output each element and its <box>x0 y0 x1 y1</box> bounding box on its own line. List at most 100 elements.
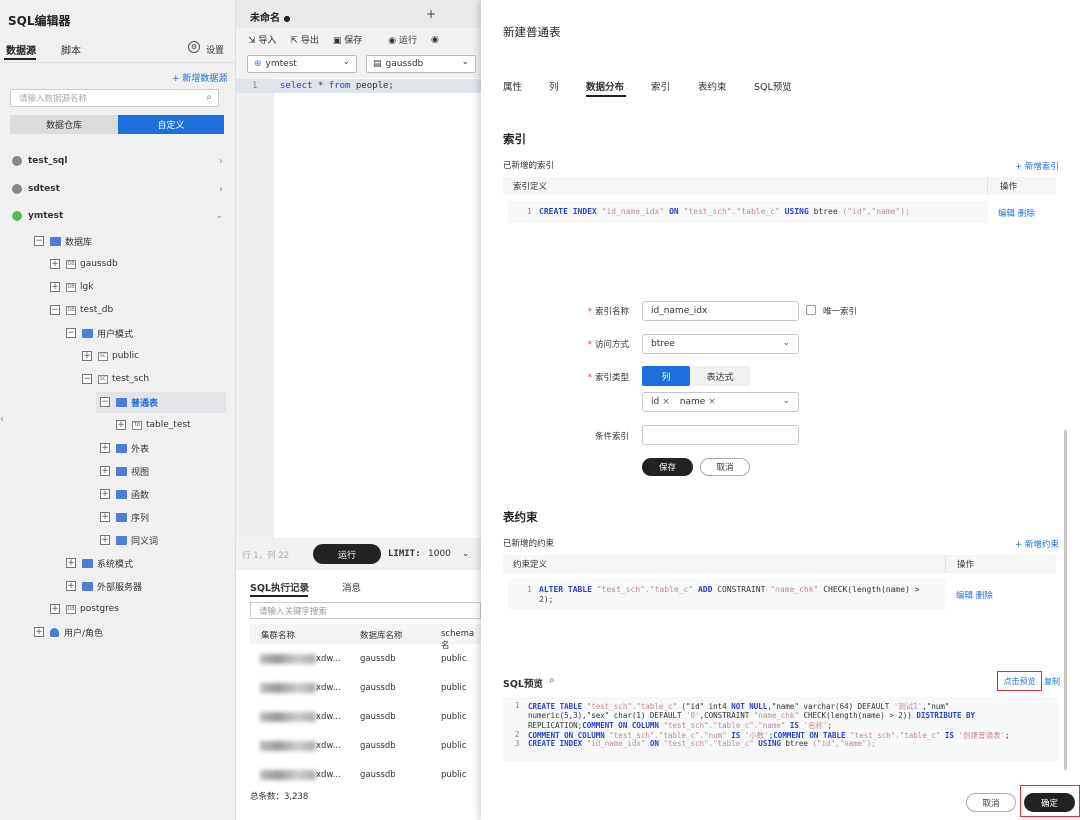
expand-icon[interactable]: + <box>100 443 110 453</box>
tree-db-folder[interactable]: − 数据库 <box>34 231 92 251</box>
tree-db-test-db[interactable]: − DB test_db <box>50 300 113 320</box>
tab-columns[interactable]: 列 <box>549 79 559 93</box>
table-row[interactable]: xdw... gaussdb public <box>250 766 481 790</box>
add-tab-button[interactable]: + <box>426 7 436 21</box>
search-icon[interactable]: ⌕ <box>206 92 212 103</box>
history-search-input[interactable]: 请输入关键字搜索 <box>250 602 481 619</box>
tree-schema-public[interactable]: + SC public <box>82 346 139 366</box>
expand-icon[interactable]: + <box>66 581 76 591</box>
line-number: 3 <box>515 739 520 749</box>
table-row[interactable]: xdw... gaussdb public <box>250 737 481 761</box>
tab-distribution[interactable]: 数据分布 <box>586 79 624 93</box>
ok-button[interactable]: 确定 <box>1024 793 1075 812</box>
add-index-button[interactable]: + 新增索引 <box>1015 160 1059 172</box>
toggle-warehouse[interactable]: 数据仓库 <box>10 115 118 134</box>
expand-icon[interactable]: + <box>100 535 110 545</box>
table-row[interactable]: xdw... gaussdb public <box>250 679 481 703</box>
copy-button[interactable]: 复制 <box>1044 676 1060 687</box>
click-preview-button[interactable]: 点击预览 <box>997 671 1042 691</box>
expand-icon[interactable]: + <box>82 351 92 361</box>
tree-db-postgres[interactable]: + DB postgres <box>50 599 119 619</box>
unique-index-checkbox[interactable] <box>806 305 816 315</box>
index-type-column-option[interactable]: 列 <box>642 366 690 386</box>
condition-index-input[interactable] <box>642 425 799 445</box>
tab-sql-history[interactable]: SQL执行记录 <box>250 580 309 594</box>
tree-folder-functions[interactable]: + 函数 <box>100 484 149 504</box>
settings-label[interactable]: 设置 <box>206 43 224 56</box>
index-columns-select[interactable]: id × name × ⌄ <box>642 392 799 412</box>
expand-icon[interactable]: + <box>100 466 110 476</box>
collapse-icon[interactable]: − <box>66 328 76 338</box>
import-button[interactable]: ⇲ 导入 <box>248 33 276 46</box>
tree-schema-test-sch[interactable]: − SC test_sch <box>82 369 149 389</box>
expand-icon[interactable]: + <box>100 512 110 522</box>
search-icon[interactable]: ⌕ <box>549 675 555 686</box>
toggle-custom[interactable]: 自定义 <box>118 115 224 134</box>
scrollbar[interactable] <box>1064 430 1067 770</box>
collapse-panel-icon[interactable]: ‹ <box>0 414 4 425</box>
tab-messages[interactable]: 消息 <box>342 580 361 594</box>
save-button[interactable]: ▣ 保存 <box>333 33 362 46</box>
db-icon: DB <box>66 305 76 315</box>
tree-folder-synonyms[interactable]: + 同义词 <box>100 530 158 550</box>
tab-script[interactable]: 脚本 <box>61 42 81 57</box>
tree-user-schema[interactable]: − 用户模式 <box>66 323 133 343</box>
datasource-select[interactable]: ⊕ ymtest ⌄ <box>247 55 357 73</box>
expand-icon[interactable]: + <box>34 627 44 637</box>
tree-source-test-sql[interactable]: test_sql › <box>12 151 227 171</box>
collapse-icon[interactable]: − <box>82 374 92 384</box>
editor-tab-untitled[interactable]: 未命名 ● <box>250 9 290 24</box>
tree-db-gaussdb[interactable]: + DB gaussdb <box>50 254 118 274</box>
tree-source-ymtest[interactable]: ymtest ⌄ <box>12 206 227 226</box>
cancel-index-button[interactable]: 取消 <box>700 458 750 476</box>
close-icon[interactable]: × <box>662 397 670 407</box>
expand-icon[interactable]: + <box>50 259 60 269</box>
expand-icon[interactable]: + <box>50 604 60 614</box>
tree-external-server[interactable]: + 外部服务器 <box>66 576 142 596</box>
tree-folder-foreign[interactable]: + 外表 <box>100 438 149 458</box>
tab-datasource[interactable]: 数据源 <box>6 42 36 57</box>
expand-icon[interactable]: + <box>116 420 126 430</box>
tree-source-sdtest[interactable]: sdtest › <box>12 179 227 199</box>
chevron-down-icon: ⌄ <box>342 57 350 67</box>
collapse-icon[interactable]: − <box>100 397 110 407</box>
expand-icon[interactable]: + <box>100 489 110 499</box>
save-index-button[interactable]: 保存 <box>642 458 693 476</box>
expand-icon[interactable]: + <box>50 282 60 292</box>
access-method-select[interactable]: btree ⌄ <box>642 334 799 354</box>
tab-indexes[interactable]: 索引 <box>651 79 670 93</box>
delete-constraint-link[interactable]: 删除 <box>976 591 993 601</box>
collapse-icon[interactable]: − <box>50 305 60 315</box>
edit-constraint-link[interactable]: 编辑 <box>956 591 973 601</box>
run-toolbar-button[interactable]: ◉ 运行 <box>388 33 417 46</box>
cancel-button[interactable]: 取消 <box>966 793 1016 812</box>
tree-table-test[interactable]: + TB table_test <box>116 415 191 435</box>
expand-icon[interactable]: + <box>66 558 76 568</box>
table-row[interactable]: xdw... gaussdb public <box>250 650 481 674</box>
delete-index-link[interactable]: 删除 <box>1018 209 1035 219</box>
database-select[interactable]: ▤ gaussdb ⌄ <box>366 55 476 73</box>
index-name-input[interactable]: id_name_idx <box>642 301 799 321</box>
tree-normal-table[interactable]: − 普通表 <box>100 392 158 412</box>
tree-system-schema[interactable]: + 系统模式 <box>66 553 133 573</box>
tree-user-role[interactable]: + 用户/角色 <box>34 622 103 642</box>
close-icon[interactable]: × <box>708 397 716 407</box>
tab-constraints[interactable]: 表约束 <box>698 79 727 93</box>
add-constraint-button[interactable]: + 新增约束 <box>1015 538 1059 550</box>
tree-folder-views[interactable]: + 视图 <box>100 461 149 481</box>
gear-icon[interactable]: ⚙ <box>188 41 200 53</box>
tree-folder-sequences[interactable]: + 序列 <box>100 507 149 527</box>
table-row[interactable]: xdw... gaussdb public <box>250 708 481 732</box>
tree-db-lgk[interactable]: + DB lgk <box>50 277 93 297</box>
export-button[interactable]: ⇱ 导出 <box>290 33 318 46</box>
run-button[interactable]: 运行 <box>313 544 381 564</box>
index-type-expression-option[interactable]: 表达式 <box>690 366 750 386</box>
stop-icon[interactable]: ◉ <box>431 35 439 45</box>
tab-sql-preview[interactable]: SQL预览 <box>754 79 792 93</box>
collapse-icon[interactable]: − <box>34 236 44 246</box>
tab-properties[interactable]: 属性 <box>503 79 522 93</box>
add-datasource-button[interactable]: + 新增数据源 <box>172 71 227 84</box>
limit-select[interactable]: 1000 ⌄ <box>428 549 469 559</box>
edit-index-link[interactable]: 编辑 <box>998 209 1015 219</box>
datasource-search-input[interactable]: 请输入数据源名称 ⌕ <box>10 89 219 107</box>
